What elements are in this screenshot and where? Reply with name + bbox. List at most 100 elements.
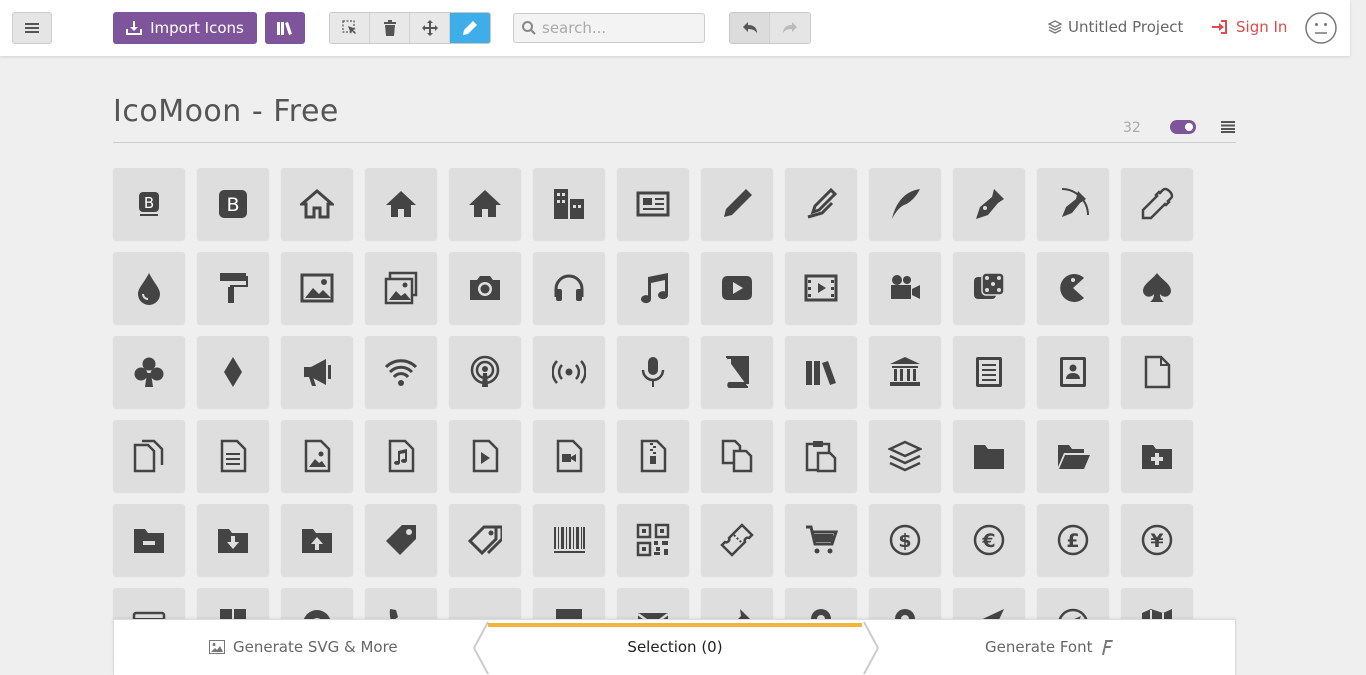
icon-tile[interactable] [533, 168, 605, 240]
icon-tile[interactable] [869, 420, 941, 492]
ticket-icon [720, 523, 754, 557]
icon-tile[interactable] [617, 252, 689, 324]
font-icon [1102, 640, 1114, 655]
icon-tile[interactable] [1037, 168, 1109, 240]
icon-tile[interactable] [701, 420, 773, 492]
icon-library-button[interactable] [265, 12, 305, 44]
icon-tile[interactable] [533, 420, 605, 492]
icon-tile[interactable] [197, 504, 269, 576]
image-icon [300, 273, 334, 303]
icon-tile[interactable] [617, 336, 689, 408]
images-icon [384, 271, 418, 305]
icon-tile[interactable] [533, 336, 605, 408]
icon-tile[interactable] [113, 336, 185, 408]
delete-tool-button[interactable] [370, 13, 410, 43]
icon-tile[interactable] [701, 504, 773, 576]
icon-tile[interactable] [701, 168, 773, 240]
undo-button[interactable] [730, 13, 770, 43]
icon-tile[interactable] [449, 252, 521, 324]
icon-tile[interactable] [701, 336, 773, 408]
icon-tile[interactable] [281, 504, 353, 576]
icon-tile[interactable] [281, 252, 353, 324]
import-icons-button[interactable]: Import Icons [113, 12, 257, 44]
icon-tile[interactable] [617, 168, 689, 240]
icon-tile[interactable] [953, 168, 1025, 240]
icon-tile[interactable] [869, 252, 941, 324]
icon-tile[interactable] [449, 168, 521, 240]
icon-tile[interactable] [113, 252, 185, 324]
pen-icon [976, 189, 1004, 219]
redo-button[interactable] [770, 13, 810, 43]
search-box [513, 13, 705, 43]
coin-euro-icon: € [973, 524, 1005, 556]
icon-grid: B B $ € £ ¥ [113, 168, 1203, 660]
clubs-icon [134, 357, 164, 387]
main-menu-button[interactable] [12, 12, 52, 44]
icon-set-title[interactable]: IcoMoon - Free [113, 94, 339, 129]
icon-tile[interactable] [449, 504, 521, 576]
select-tool-button[interactable] [330, 13, 370, 43]
icon-tile[interactable] [533, 252, 605, 324]
icon-tile[interactable] [365, 168, 437, 240]
pacman-icon [1060, 274, 1084, 302]
icon-tile[interactable] [953, 420, 1025, 492]
icon-tile[interactable]: £ [1037, 504, 1109, 576]
icon-tile[interactable] [1037, 336, 1109, 408]
selection-tab[interactable]: Selection (0) [488, 620, 862, 675]
icon-tile[interactable] [365, 420, 437, 492]
set-select-toggle[interactable] [1170, 120, 1196, 134]
icon-tile[interactable] [1121, 168, 1193, 240]
icon-tile[interactable] [785, 168, 857, 240]
icon-tile[interactable] [953, 252, 1025, 324]
icon-tile[interactable] [1037, 420, 1109, 492]
icon-tile[interactable] [617, 420, 689, 492]
icon-tile[interactable] [113, 420, 185, 492]
icon-tile[interactable] [701, 252, 773, 324]
icon-tile[interactable] [197, 252, 269, 324]
icon-tile[interactable] [365, 504, 437, 576]
generate-svg-label: Generate SVG & More [233, 638, 398, 656]
icon-tile[interactable] [281, 336, 353, 408]
icon-tile[interactable] [1121, 336, 1193, 408]
avatar-icon[interactable] [1305, 12, 1337, 44]
search-input[interactable] [542, 19, 692, 37]
sign-in-link[interactable]: Sign In [1212, 18, 1287, 36]
trash-icon [383, 20, 396, 36]
icon-tile[interactable] [113, 504, 185, 576]
icon-tile[interactable] [869, 168, 941, 240]
icon-tile[interactable] [197, 420, 269, 492]
icon-tile[interactable]: € [953, 504, 1025, 576]
icon-tile[interactable] [365, 336, 437, 408]
icon-tile[interactable] [1037, 252, 1109, 324]
set-menu-icon[interactable] [1221, 121, 1235, 133]
icon-tile[interactable] [869, 336, 941, 408]
icon-tile[interactable] [1121, 252, 1193, 324]
icon-tile[interactable] [953, 336, 1025, 408]
icon-tile[interactable] [197, 336, 269, 408]
icon-tile[interactable]: ¥ [1121, 504, 1193, 576]
icon-tile[interactable] [1121, 420, 1193, 492]
icon-tile[interactable] [617, 504, 689, 576]
bootstrap-icon: B [139, 192, 159, 216]
icon-tile[interactable] [785, 420, 857, 492]
move-tool-button[interactable] [410, 13, 450, 43]
icon-tile[interactable]: $ [869, 504, 941, 576]
icon-tile[interactable]: B [113, 168, 185, 240]
edit-tool-button[interactable] [450, 13, 490, 43]
icon-tile[interactable] [449, 336, 521, 408]
icon-tile[interactable] [533, 504, 605, 576]
icon-tile[interactable] [449, 420, 521, 492]
price-tag-icon [386, 525, 416, 555]
generate-font-button[interactable]: Generate Font [985, 638, 1114, 656]
icon-tile[interactable] [365, 252, 437, 324]
project-selector[interactable]: Untitled Project [1048, 18, 1183, 36]
icon-tile[interactable] [785, 336, 857, 408]
office-icon [554, 189, 584, 219]
icon-tile[interactable] [281, 420, 353, 492]
icon-tile[interactable]: B [197, 168, 269, 240]
podcast-icon [470, 355, 500, 387]
icon-tile[interactable] [785, 252, 857, 324]
icon-tile[interactable] [281, 168, 353, 240]
generate-svg-button[interactable]: Generate SVG & More [209, 638, 398, 656]
icon-tile[interactable] [785, 504, 857, 576]
